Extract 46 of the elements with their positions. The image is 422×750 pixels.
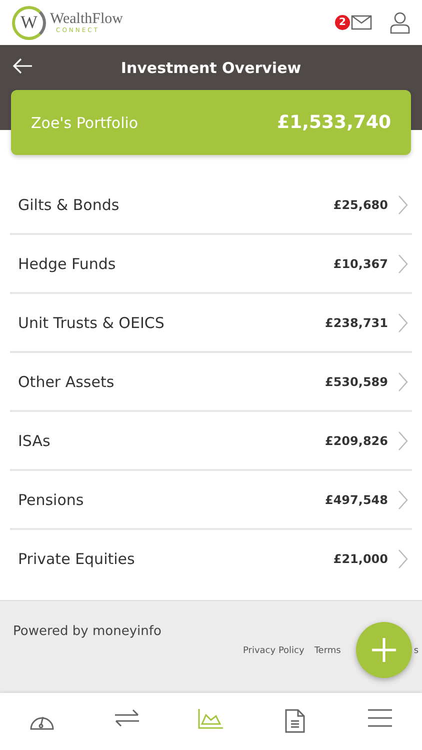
holding-value: £530,589 — [324, 374, 388, 388]
chevron-icon — [398, 372, 408, 392]
holding-row[interactable]: Unit Trusts & OEICS £238,731 — [10, 294, 412, 353]
user-icon[interactable] — [390, 12, 410, 34]
mail-icon[interactable] — [351, 15, 372, 30]
chevron-icon — [398, 312, 408, 332]
holding-name: Private Equities — [18, 550, 135, 568]
footer-link[interactable]: Privacy Policy — [243, 646, 304, 656]
holding-name: Pensions — [18, 490, 84, 508]
document-icon — [285, 709, 306, 733]
holding-row[interactable]: Gilts & Bonds £25,680 — [10, 176, 412, 235]
holding-value: £21,000 — [333, 552, 388, 566]
unread-badge: 2 — [335, 15, 350, 30]
holding-row[interactable]: Other Assets £530,589 — [10, 353, 412, 412]
chart-icon — [198, 709, 224, 729]
holding-row[interactable]: ISAs £209,826 — [10, 412, 412, 471]
holding-name: Hedge Funds — [18, 254, 116, 272]
logo-mark: W — [12, 6, 46, 40]
holding-value: £238,731 — [324, 316, 388, 330]
transfer-icon — [114, 709, 140, 727]
portfolio-name: Zoe's Portfolio — [31, 114, 138, 132]
chevron-icon — [398, 194, 408, 214]
holding-name: Gilts & Bonds — [18, 196, 120, 214]
chevron-icon — [398, 430, 408, 450]
holding-name: Other Assets — [18, 372, 114, 390]
holding-row[interactable]: Hedge Funds £10,367 — [10, 235, 412, 294]
back-arrow-icon — [13, 58, 33, 74]
holding-row[interactable]: Pensions £497,548 — [10, 471, 412, 530]
footer-link[interactable]: Terms — [314, 646, 341, 656]
holding-value: £497,548 — [324, 492, 388, 506]
holding-value: £209,826 — [324, 434, 388, 448]
footer-link[interactable]: s — [414, 646, 419, 656]
page-title: Investment Overview — [120, 58, 302, 76]
powered-by-text: Powered by moneyinfo — [13, 624, 162, 639]
chevron-icon — [398, 548, 408, 568]
brand-name: WealthFlow — [50, 12, 123, 26]
plus-icon — [371, 637, 397, 663]
portfolio-total: £1,533,740 — [277, 112, 391, 133]
holding-value: £10,367 — [333, 256, 388, 270]
chevron-icon — [398, 490, 408, 510]
holding-value: £25,680 — [333, 198, 388, 212]
holding-name: Unit Trusts & OEICS — [18, 314, 164, 332]
holding-name: ISAs — [18, 432, 50, 450]
menu-icon — [368, 709, 392, 727]
holding-row[interactable]: Private Equities £21,000 — [10, 530, 412, 587]
chevron-icon — [398, 254, 408, 274]
